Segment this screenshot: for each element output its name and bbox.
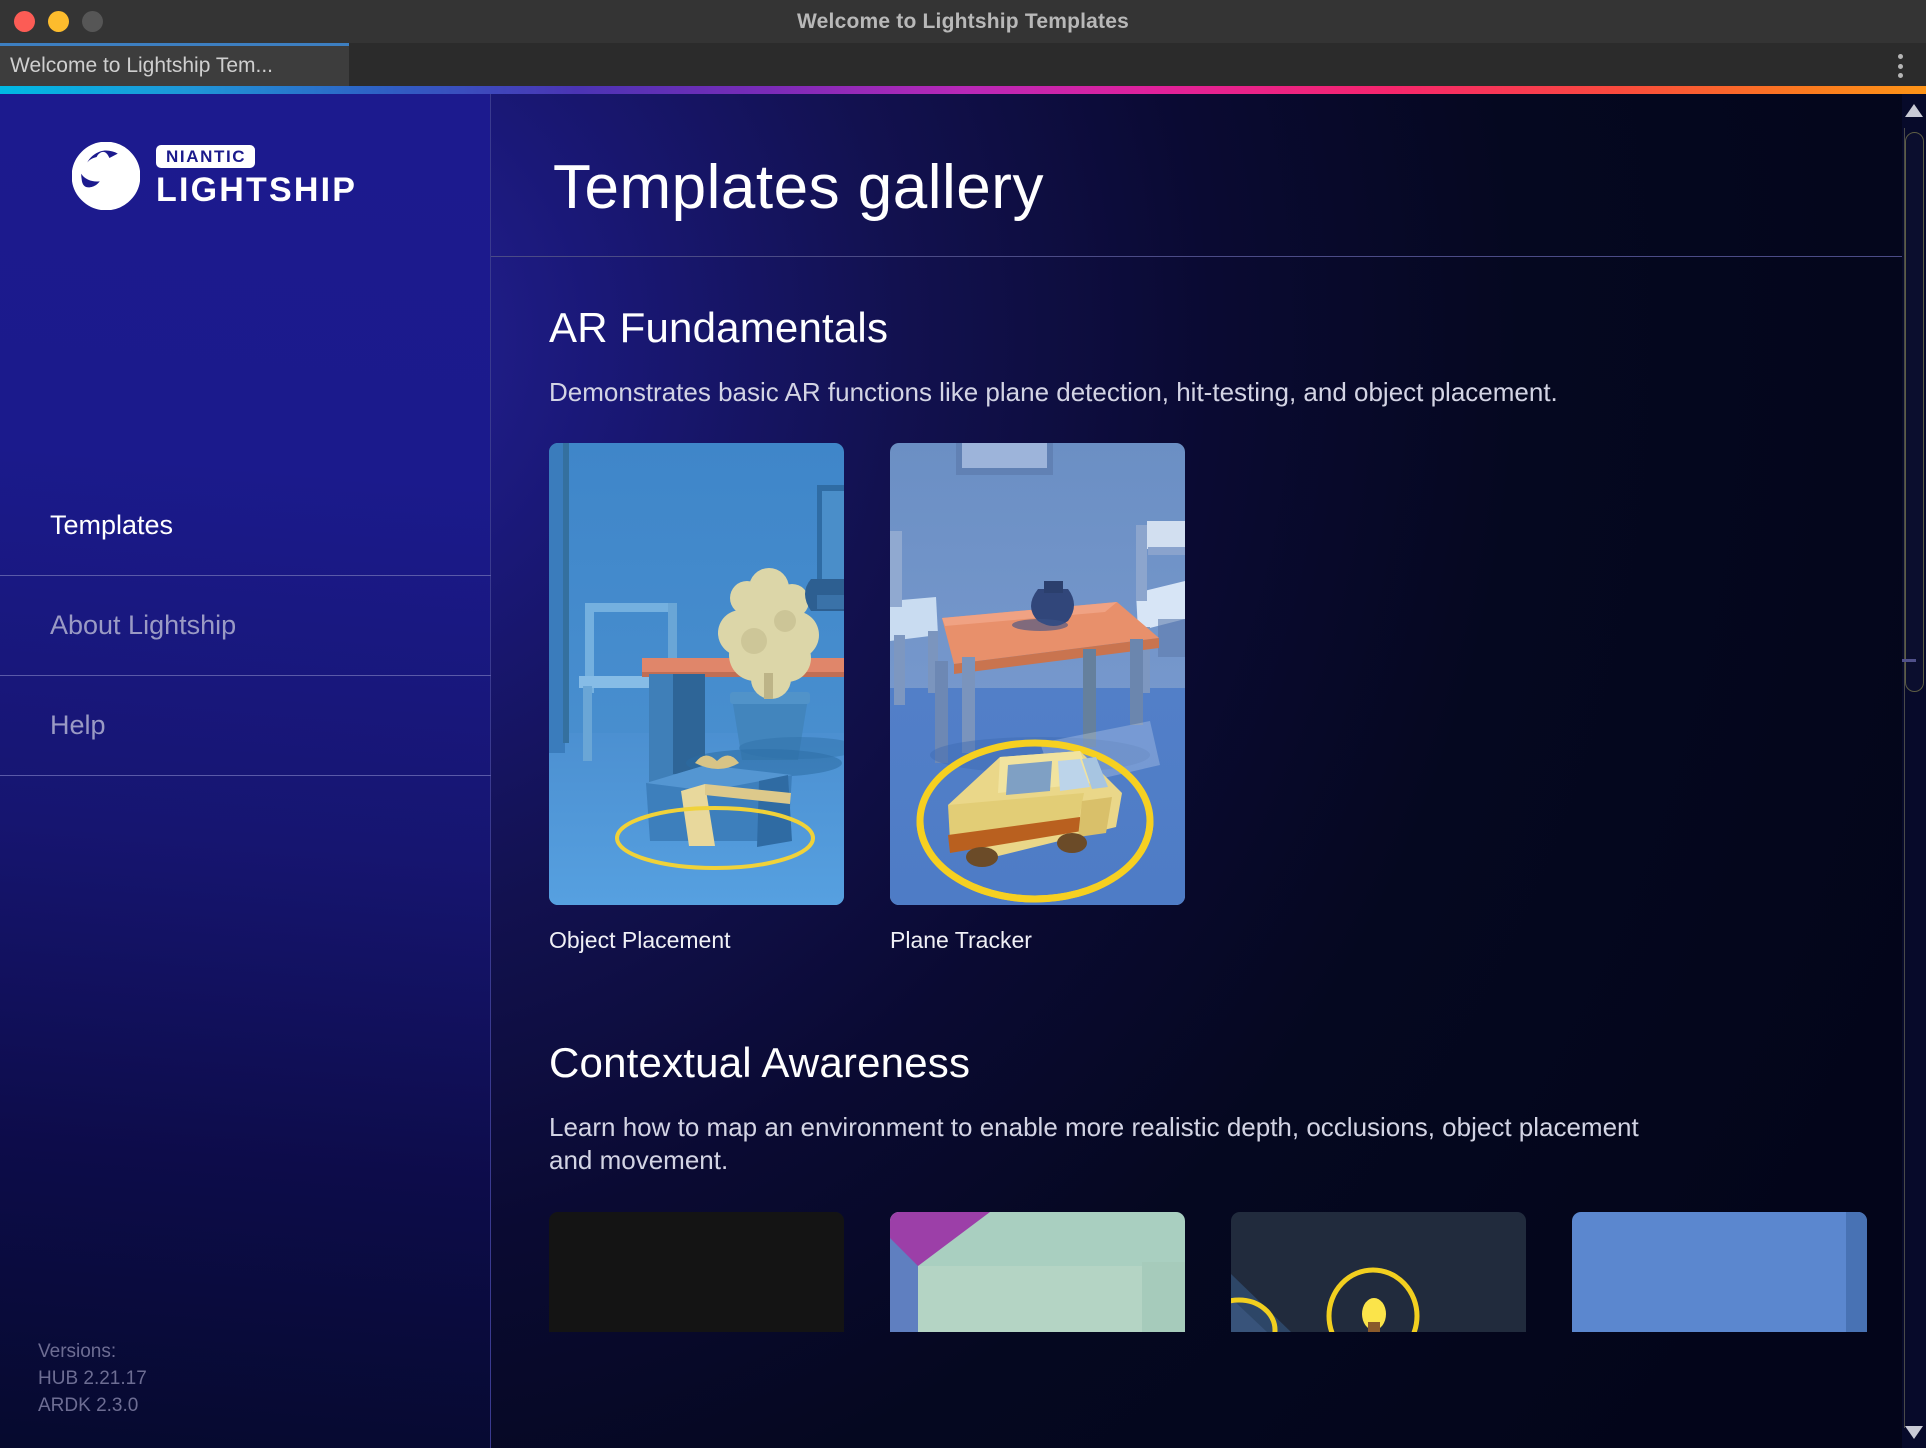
template-card-contextual-1[interactable] [549, 1211, 844, 1332]
room-yellow-car-scene-image [890, 443, 1185, 906]
blue-wall-scene-image [1572, 1211, 1867, 1332]
sidebar-item-label: About Lightship [50, 610, 237, 640]
sidebar-item-templates[interactable]: Templates [0, 476, 491, 576]
logo-wordmark: NIANTIC LIGHTSHIP [156, 145, 357, 207]
niantic-badge: NIANTIC [156, 145, 256, 168]
scroll-down-arrow-icon[interactable] [1905, 1426, 1923, 1440]
section-description: Learn how to map an environment to enabl… [549, 1112, 1639, 1176]
tab-welcome-to-lightship-templates[interactable]: Welcome to Lightship Tem... [0, 43, 349, 86]
template-card-row [549, 1211, 1889, 1332]
minimize-button[interactable] [48, 11, 69, 32]
template-card-plane-tracker[interactable]: Plane Tracker [890, 443, 1185, 954]
window-titlebar: Welcome to Lightship Templates [0, 0, 1926, 43]
niantic-lightship-globe-arrow-icon [72, 142, 140, 210]
scroll-up-arrow-icon[interactable] [1905, 104, 1923, 118]
scrollbar-thumb[interactable] [1905, 132, 1924, 692]
title-divider [491, 256, 1926, 257]
scrollbar-tick [1902, 659, 1916, 662]
template-thumbnail[interactable] [1231, 1211, 1526, 1332]
sidebar: NIANTIC LIGHTSHIP Templates About Lights… [0, 94, 491, 1448]
tab-label: Welcome to Lightship Tem... [10, 54, 274, 77]
section-title: AR Fundamentals [549, 304, 889, 351]
versions-heading: Versions: [38, 1341, 117, 1363]
template-card-label: Object Placement [549, 927, 731, 954]
template-card-contextual-2[interactable] [890, 1211, 1185, 1332]
sidebar-item-about-lightship[interactable]: About Lightship [0, 576, 491, 676]
kebab-menu-icon[interactable] [1896, 54, 1904, 78]
purple-green-room-scene-image [890, 1211, 1185, 1332]
section-title: Contextual Awareness [549, 1039, 971, 1086]
page-title: Templates gallery [553, 153, 1044, 222]
sidebar-item-label: Help [50, 710, 106, 740]
template-card-object-placement[interactable]: Object Placement [549, 443, 844, 954]
lightship-logo: NIANTIC LIGHTSHIP [72, 142, 357, 210]
template-card-label: Plane Tracker [890, 927, 1032, 954]
versions-block: Versions: HUB 2.21.17 ARDK 2.3.0 [38, 1339, 147, 1420]
sidebar-item-label: Templates [50, 510, 174, 540]
window-controls [14, 11, 103, 32]
section-description: Demonstrates basic AR functions like pla… [549, 377, 1558, 407]
version-ardk: ARDK 2.3.0 [38, 1395, 139, 1417]
dark-scene-image [549, 1211, 844, 1332]
template-thumbnail[interactable] [1572, 1211, 1867, 1332]
template-thumbnail[interactable] [549, 1211, 844, 1332]
window-title: Welcome to Lightship Templates [797, 9, 1129, 33]
version-hub: HUB 2.21.17 [38, 1368, 147, 1390]
tab-strip: Welcome to Lightship Tem... [0, 43, 1926, 86]
app-window: Welcome to Lightship Templates Welcome t… [0, 0, 1926, 1448]
template-card-row: Object Placement Plane Tracker [549, 443, 1889, 954]
rainbow-divider [0, 86, 1926, 94]
section-contextual-awareness: Contextual Awareness Learn how to map an… [549, 1039, 1889, 1332]
template-thumbnail[interactable] [549, 443, 844, 906]
sidebar-nav: Templates About Lightship Help [0, 476, 491, 776]
zoom-button[interactable] [82, 11, 103, 32]
room-gift-box-scene-image [549, 443, 844, 906]
section-ar-fundamentals: AR Fundamentals Demonstrates basic AR fu… [549, 304, 1889, 954]
night-flame-ring-scene-image [1231, 1211, 1526, 1332]
lightship-wordmark: LIGHTSHIP [156, 171, 358, 209]
template-card-contextual-4[interactable] [1572, 1211, 1867, 1332]
sidebar-item-help[interactable]: Help [0, 676, 491, 776]
close-button[interactable] [14, 11, 35, 32]
app-content: NIANTIC LIGHTSHIP Templates About Lights… [0, 94, 1926, 1448]
main-panel: Templates gallery AR Fundamentals Demons… [491, 94, 1926, 1448]
template-thumbnail[interactable] [890, 443, 1185, 906]
template-card-contextual-3[interactable] [1231, 1211, 1526, 1332]
vertical-scrollbar[interactable] [1902, 94, 1926, 1448]
template-thumbnail[interactable] [890, 1211, 1185, 1332]
